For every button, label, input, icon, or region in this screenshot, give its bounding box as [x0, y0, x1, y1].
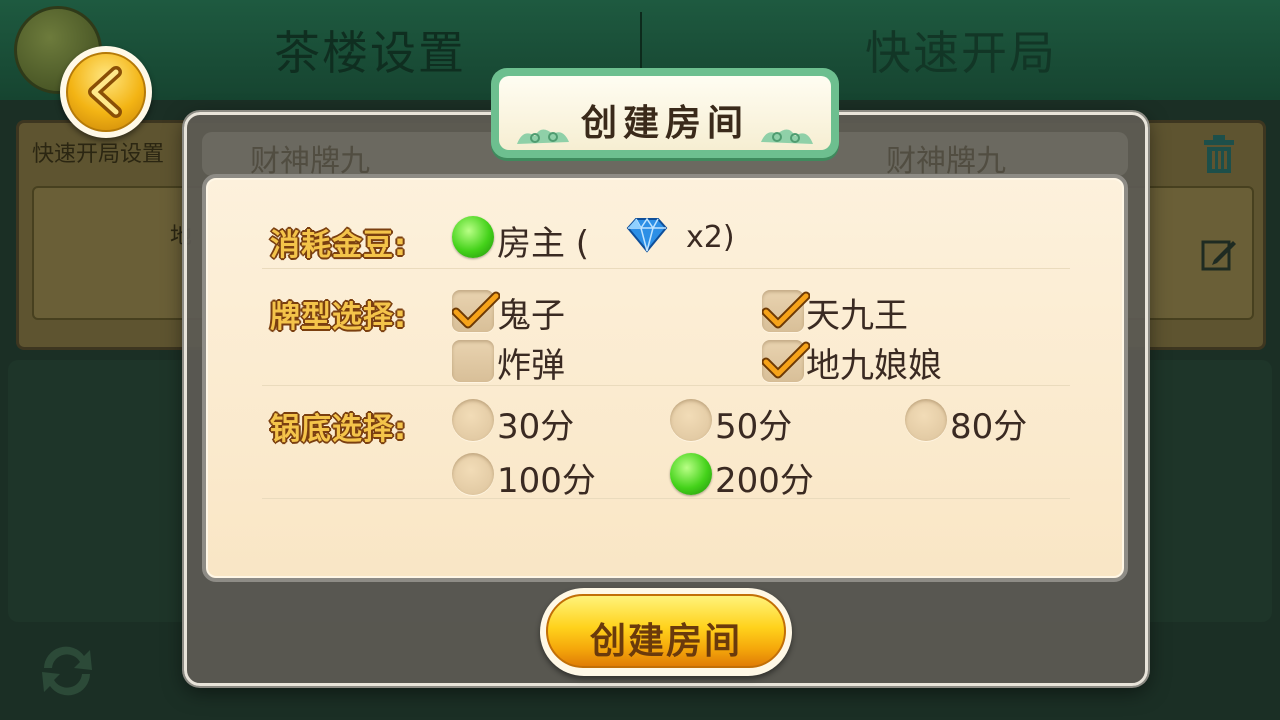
option-tianjiu-king-label: 天九王	[806, 296, 908, 336]
title-banner-inner: 创建房间	[499, 76, 831, 150]
pot-80-label: 80分	[950, 407, 1028, 447]
pot-radio-100[interactable]	[452, 453, 494, 495]
cost-multiplier: x2)	[686, 220, 735, 255]
option-ghost-label: 鬼子	[497, 296, 565, 336]
pot-100-label: 100分	[497, 461, 596, 501]
chevron-left-icon	[88, 66, 122, 118]
dialog-title-banner: 创建房间	[491, 68, 839, 158]
checkbox-dijiu-niangniang[interactable]	[762, 340, 810, 382]
option-bomb-label: 炸弹	[497, 346, 565, 386]
option-dijiu-niangniang-label: 地九娘娘	[806, 346, 942, 386]
row-divider	[262, 268, 1070, 269]
cost-label: 消耗金豆:	[270, 228, 407, 263]
pot-radio-30[interactable]	[452, 399, 494, 441]
checkmark-icon	[762, 291, 810, 329]
create-room-button-label: 创建房间	[589, 621, 742, 662]
checkbox-bomb[interactable]	[452, 340, 494, 382]
checkbox-ghost[interactable]	[452, 290, 500, 332]
diamond-icon	[626, 217, 668, 253]
pot-radio-80[interactable]	[905, 399, 947, 441]
checkmark-icon	[762, 341, 810, 379]
pot-radio-50[interactable]	[670, 399, 712, 441]
card-type-label: 牌型选择:	[270, 300, 407, 335]
checkmark-icon	[452, 291, 500, 329]
pot-50-label: 50分	[715, 407, 793, 447]
pot-base-label: 锅底选择:	[270, 412, 407, 447]
pot-radio-200[interactable]	[670, 453, 712, 495]
cost-owner-text: 房主 (	[497, 224, 590, 264]
back-button[interactable]	[60, 46, 152, 138]
cloud-ornament-icon	[761, 129, 813, 144]
cost-owner-radio[interactable]	[452, 216, 494, 258]
checkbox-tianjiu-king[interactable]	[762, 290, 810, 332]
refresh-icon	[42, 646, 92, 696]
pot-200-label: 200分	[715, 461, 814, 501]
row-divider	[262, 498, 1070, 499]
create-room-button[interactable]: 创建房间	[540, 588, 792, 676]
trash-icon	[1204, 135, 1234, 173]
row-divider	[262, 385, 1070, 386]
create-room-button-face: 创建房间	[546, 594, 786, 668]
pot-30-label: 30分	[497, 407, 575, 447]
background-panel-label: 快速开局设置	[32, 142, 165, 167]
edit-icon	[1201, 240, 1236, 271]
cloud-ornament-icon	[517, 129, 569, 144]
